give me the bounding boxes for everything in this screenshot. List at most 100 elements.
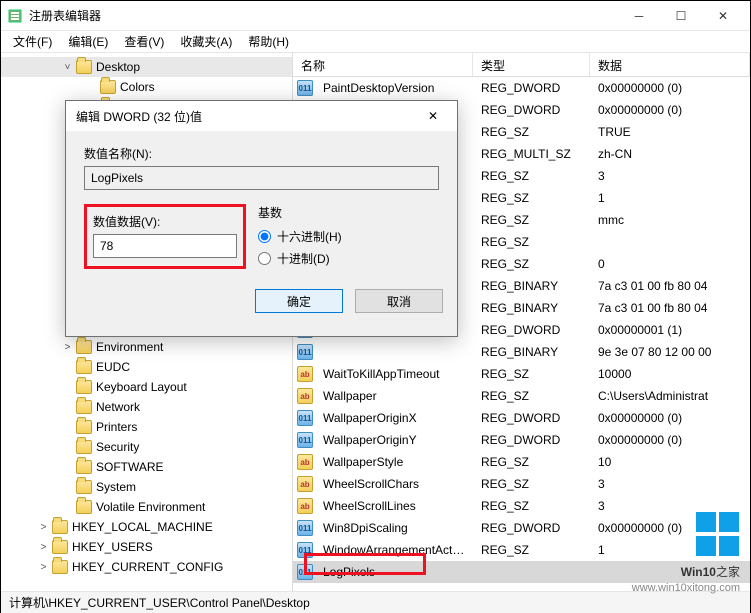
folder-icon <box>76 500 92 514</box>
expander-icon[interactable]: ˅ <box>61 61 74 74</box>
tree-item[interactable]: EUDC <box>1 357 292 377</box>
expander-icon[interactable] <box>61 421 74 434</box>
tree-label: Colors <box>120 80 155 94</box>
tree-label: EUDC <box>96 360 130 374</box>
cell-type: REG_SZ <box>473 389 590 403</box>
value-name-field[interactable] <box>84 166 439 190</box>
tree-item[interactable]: ˅ Desktop <box>1 57 292 77</box>
list-row[interactable]: abWaitToKillAppTimeoutREG_SZ10000 <box>293 363 750 385</box>
expander-icon[interactable] <box>61 401 74 414</box>
binary-value-icon: 011 <box>297 344 313 360</box>
cell-data: 9e 3e 07 80 12 00 00 <box>590 345 750 359</box>
binary-value-icon: 011 <box>297 520 313 536</box>
cell-data: 1 <box>590 191 750 205</box>
value-data-field[interactable] <box>93 234 237 258</box>
expander-icon[interactable]: ˃ <box>37 541 50 554</box>
tree-label: Desktop <box>96 60 140 74</box>
menu-view[interactable]: 查看(V) <box>118 31 170 52</box>
folder-icon <box>76 480 92 494</box>
dialog-close-button[interactable]: ✕ <box>419 106 447 126</box>
menu-favorites[interactable]: 收藏夹(A) <box>174 31 238 52</box>
radio-hex-input[interactable] <box>258 230 271 243</box>
maximize-button[interactable]: ☐ <box>660 2 702 30</box>
cell-type: REG_DWORD <box>473 323 590 337</box>
tree-item[interactable]: Colors <box>1 77 292 97</box>
windows-logo-icon <box>696 512 740 556</box>
expander-icon[interactable] <box>61 481 74 494</box>
tree-item[interactable]: ˃ HKEY_USERS <box>1 537 292 557</box>
minimize-button[interactable]: ─ <box>618 2 660 30</box>
expander-icon[interactable]: ˃ <box>37 521 50 534</box>
list-row[interactable]: 011REG_BINARY9e 3e 07 80 12 00 00 <box>293 341 750 363</box>
folder-icon <box>76 360 92 374</box>
tree-label: HKEY_CURRENT_CONFIG <box>72 560 223 574</box>
cell-data: 3 <box>590 477 750 491</box>
col-type[interactable]: 类型 <box>473 53 590 76</box>
menu-file[interactable]: 文件(F) <box>7 31 58 52</box>
tree-item[interactable]: Printers <box>1 417 292 437</box>
tree-item[interactable]: ˃Environment <box>1 337 292 357</box>
col-name[interactable]: 名称 <box>293 53 473 76</box>
radio-hex[interactable]: 十六进制(H) <box>258 225 342 247</box>
expander-icon[interactable] <box>85 81 98 94</box>
tree-item[interactable]: ˃HKEY_LOCAL_MACHINE <box>1 517 292 537</box>
menu-edit[interactable]: 编辑(E) <box>62 31 114 52</box>
tree-item[interactable]: System <box>1 477 292 497</box>
ok-button[interactable]: 确定 <box>255 289 343 313</box>
cell-type: REG_SZ <box>473 499 590 513</box>
string-value-icon: ab <box>297 388 313 404</box>
tree-item[interactable]: Volatile Environment <box>1 497 292 517</box>
tree-label: Keyboard Layout <box>96 380 187 394</box>
list-row[interactable]: abWallpaperREG_SZC:\Users\Administrat <box>293 385 750 407</box>
watermark: Win10之家 www.win10xitong.com <box>632 512 740 594</box>
col-data[interactable]: 数据 <box>590 53 750 76</box>
tree-label: HKEY_USERS <box>72 540 153 554</box>
cell-type: REG_SZ <box>473 543 590 557</box>
expander-icon[interactable]: ˃ <box>61 341 74 354</box>
cell-data: 7a c3 01 00 fb 80 04 <box>590 279 750 293</box>
cell-type: REG_DWORD <box>473 81 590 95</box>
dialog-titlebar: 编辑 DWORD (32 位)值 ✕ <box>66 101 457 131</box>
cell-name: WheelScrollLines <box>315 499 473 513</box>
close-button[interactable]: ✕ <box>702 2 744 30</box>
value-data-label: 数值数据(V): <box>93 213 237 230</box>
cell-data: 10000 <box>590 367 750 381</box>
window-title: 注册表编辑器 <box>29 7 618 24</box>
cancel-button[interactable]: 取消 <box>355 289 443 313</box>
tree-label: Security <box>96 440 139 454</box>
cell-type: REG_SZ <box>473 477 590 491</box>
expander-icon[interactable] <box>61 441 74 454</box>
tree-item[interactable]: SOFTWARE <box>1 457 292 477</box>
list-row[interactable]: 011PaintDesktopVersionREG_DWORD0x0000000… <box>293 77 750 99</box>
cell-data: zh-CN <box>590 147 750 161</box>
expander-icon[interactable]: ˃ <box>37 561 50 574</box>
radio-dec[interactable]: 十进制(D) <box>258 247 342 269</box>
tree-label: Printers <box>96 420 137 434</box>
list-row[interactable]: abWallpaperStyleREG_SZ10 <box>293 451 750 473</box>
statusbar: 计算机\HKEY_CURRENT_USER\Control Panel\Desk… <box>1 591 750 613</box>
cell-type: REG_SZ <box>473 125 590 139</box>
cell-data: 3 <box>590 169 750 183</box>
tree-item[interactable]: Network <box>1 397 292 417</box>
binary-value-icon: 011 <box>297 542 313 558</box>
string-value-icon: ab <box>297 366 313 382</box>
expander-icon[interactable] <box>61 461 74 474</box>
expander-icon[interactable] <box>61 501 74 514</box>
expander-icon[interactable] <box>61 381 74 394</box>
list-row[interactable]: abWheelScrollCharsREG_SZ3 <box>293 473 750 495</box>
list-row[interactable]: 011WallpaperOriginXREG_DWORD0x00000000 (… <box>293 407 750 429</box>
cell-name: WindowArrangementActive <box>315 543 473 557</box>
menu-help[interactable]: 帮助(H) <box>242 31 295 52</box>
folder-icon <box>76 460 92 474</box>
base-label: 基数 <box>258 204 342 221</box>
tree-item[interactable]: Security <box>1 437 292 457</box>
cell-name: WheelScrollChars <box>315 477 473 491</box>
dialog-title: 编辑 DWORD (32 位)值 <box>76 108 419 125</box>
folder-icon <box>76 380 92 394</box>
tree-item[interactable]: ˃ HKEY_CURRENT_CONFIG <box>1 557 292 577</box>
list-row[interactable]: 011WallpaperOriginYREG_DWORD0x00000000 (… <box>293 429 750 451</box>
radio-dec-input[interactable] <box>258 252 271 265</box>
binary-value-icon: 011 <box>297 564 313 580</box>
tree-item[interactable]: Keyboard Layout <box>1 377 292 397</box>
expander-icon[interactable] <box>61 361 74 374</box>
